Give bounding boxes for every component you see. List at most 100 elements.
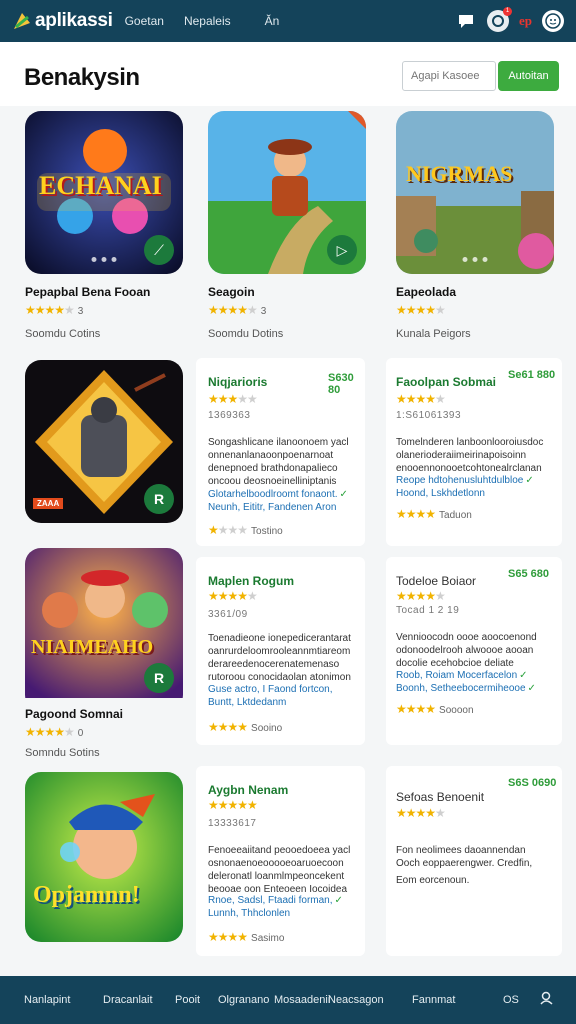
app-thumb-title: NIAIMEAHO <box>31 636 154 658</box>
carousel-dots <box>462 257 488 262</box>
app-card-5[interactable]: Aygbn Nenam ★★★★★ 13333617 Fenoeeaiitand… <box>196 766 365 956</box>
app-name[interactable]: Eapeolada <box>396 285 456 299</box>
card-description: Songashlicane ilanoonoem yacl onnenanlana… <box>208 437 349 487</box>
app-thumb-title: Opjamnn! <box>33 882 140 908</box>
card-title[interactable]: Niqjarioris <box>208 375 267 389</box>
game-badge: ZAAA <box>33 498 64 509</box>
card-description: Toenadieone ionepedicerantarat oanrurdelo… <box>208 633 351 683</box>
rating-count: 0 <box>77 728 84 739</box>
notification-icon[interactable]: 1 <box>487 7 512 32</box>
bottom-nav-item[interactable]: Pooit <box>175 994 200 1006</box>
card-description: Tomelnderen lanboonlooroiusdoc olaneriode… <box>396 437 544 474</box>
app-thumb-1[interactable]: ECHANAI ⟋ <box>25 111 183 274</box>
install-icon[interactable]: R <box>144 663 174 693</box>
card-title[interactable]: Maplen Rogum <box>208 574 294 588</box>
card-sub: 1369363 <box>208 410 251 421</box>
app-thumb-3[interactable]: NIGRMAS <box>396 111 554 274</box>
app-meta: Soomdu Dotins <box>208 328 284 340</box>
card-footer: Soooon <box>439 705 474 716</box>
app-meta: Somndu Sotins <box>25 747 100 759</box>
app-name[interactable]: Pagoond Somnai <box>25 707 123 721</box>
card-link[interactable]: Reope hdtohenusluhtdulbloe ✓ Hoond, Lskhde… <box>396 474 558 500</box>
rating-stars: ★★★★★ <box>208 392 258 406</box>
edit-icon[interactable]: ⟋ <box>144 235 174 265</box>
rating-stars: ★★★★★ <box>396 806 446 820</box>
card-sub: 1:S61061393 <box>396 410 462 421</box>
card-description: Fenoeeaiitand peooedoeea yacl osnonaenoeo… <box>208 845 351 895</box>
card-price: S65 680 <box>508 568 549 580</box>
rating-stars: ★★★★ Sasimo <box>208 930 285 944</box>
nav-item-an[interactable]: Ăn <box>265 14 280 28</box>
card-footer: Taduon <box>439 510 472 521</box>
app-thumb-6[interactable]: Opjamnn! <box>25 772 183 942</box>
card-link[interactable]: Guse actro, I Faond fortcon, Buntt, Lktde… <box>208 683 363 709</box>
app-thumb-title: NIGRMAS <box>406 161 513 186</box>
app-art-3 <box>396 111 554 274</box>
search-button[interactable]: Autoitan <box>498 61 559 91</box>
bottom-nav-item[interactable]: Fannmat <box>412 994 455 1006</box>
card-price: S6S 0690 <box>508 777 557 789</box>
app-meta: Kunala Peigors <box>396 328 471 340</box>
top-icons: 1 ep <box>455 7 564 32</box>
rating-stars: ★★★★★ 3 <box>208 303 267 317</box>
rating-stars: ★★★★★ <box>208 798 258 812</box>
app-art-6 <box>25 772 183 942</box>
card-title[interactable]: Sefoas Benoenit <box>396 790 484 804</box>
page-header: Benakysin Autoitan <box>0 42 576 106</box>
bottom-nav-item[interactable]: Mosaadenii <box>274 994 330 1006</box>
app-name[interactable]: Seagoin <box>208 285 255 299</box>
card-footer: Sooino <box>251 723 283 734</box>
card-title[interactable]: Todeloe Boiaor <box>396 574 476 588</box>
app-thumb-4[interactable]: ZAAA R <box>25 360 183 523</box>
app-logo[interactable]: aplikassi <box>12 10 113 32</box>
app-name[interactable]: Pepapbal Bena Fooan <box>25 285 150 299</box>
rating-stars: ★★★★★ <box>396 303 446 317</box>
profile-icon[interactable] <box>540 991 554 1008</box>
app-card-3[interactable]: Maplen Rogum ★★★★★ 3361/09 Toenadieone i… <box>196 557 365 745</box>
bottom-nav-item[interactable]: Olgranano <box>218 994 269 1006</box>
user-avatar-icon[interactable] <box>542 10 564 32</box>
search-input[interactable] <box>402 61 496 91</box>
nav-item-nepaleis[interactable]: Nepaleis <box>184 14 231 28</box>
rating-stars: ★★★★★ 0 <box>25 725 84 739</box>
rating-stars: ★★★★ Soooon <box>396 702 474 716</box>
card-price: Se61 880 <box>508 369 556 381</box>
card-description: Fon neolimees daoannendan Ooch eoppaereng… <box>396 845 533 886</box>
bottom-nav-item[interactable]: OS <box>503 994 519 1006</box>
app-card-6[interactable]: Sefoas Benoenit S6S 0690 ★★★★★ Fon neoli… <box>386 766 562 956</box>
card-link[interactable]: Glotarhelboodlroomt fonaont. ✓ Neunh, Eiti… <box>208 488 363 514</box>
chat-icon[interactable] <box>455 10 477 32</box>
logo-leaf-icon <box>14 13 30 29</box>
card-title[interactable]: Aygbn Nenam <box>208 783 288 797</box>
bottom-nav-item[interactable]: Neacsagon <box>328 994 384 1006</box>
card-price: S630 80 <box>328 372 354 396</box>
card-link[interactable]: Roob, Roiam Mocerfacelon ✓ Boonh, Setheebo… <box>396 669 558 695</box>
card-title[interactable]: Faoolpan Sobmai <box>396 375 496 389</box>
nav-item-goetan[interactable]: Goetan <box>125 14 164 28</box>
app-card-4[interactable]: Todeloe Boiaor S65 680 ★★★★★ Tocad 1 2 1… <box>386 557 562 745</box>
app-card-1[interactable]: Niqjarioris S630 80 ★★★★★ 1369363 Songas… <box>196 358 365 546</box>
top-app-bar: aplikassi Goetan Nepaleis Ăn 1 ep <box>0 0 576 42</box>
rating-stars: ★★★★ Tostino <box>208 523 283 537</box>
rating-stars: ★★★★★ 3 <box>25 303 84 317</box>
card-footer: Tostino <box>251 526 283 537</box>
rating-count: 3 <box>77 306 84 317</box>
app-thumb-2[interactable]: ▷ <box>208 111 366 274</box>
card-sub: 13333617 <box>208 818 257 829</box>
install-icon[interactable]: R <box>144 484 174 514</box>
notification-badge: 1 <box>503 7 512 16</box>
card-link[interactable]: Rnoe, Sadsl, Ftaadi forman, ✓ Lunnh, Thhcl… <box>208 894 363 920</box>
top-nav: Goetan Nepaleis Ăn <box>125 14 280 28</box>
rating-stars: ★★★★★ <box>396 392 446 406</box>
bottom-nav-item[interactable]: Nanlapint <box>24 994 70 1006</box>
card-sub: 3361/09 <box>208 609 248 620</box>
bottom-nav-item[interactable]: Dracanlait <box>103 994 153 1006</box>
logo-text: aplikassi <box>35 10 113 31</box>
rating-count: 3 <box>260 306 267 317</box>
ep-label[interactable]: ep <box>519 13 532 29</box>
app-card-2[interactable]: Faoolpan Sobmai Se61 880 ★★★★★ 1:S610613… <box>386 358 562 546</box>
play-icon[interactable]: ▷ <box>327 235 357 265</box>
rating-stars: ★★★★ Taduon <box>396 507 472 521</box>
app-meta: Soomdu Cotins <box>25 328 101 340</box>
app-thumb-5[interactable]: NIAIMEAHO R <box>25 548 183 711</box>
